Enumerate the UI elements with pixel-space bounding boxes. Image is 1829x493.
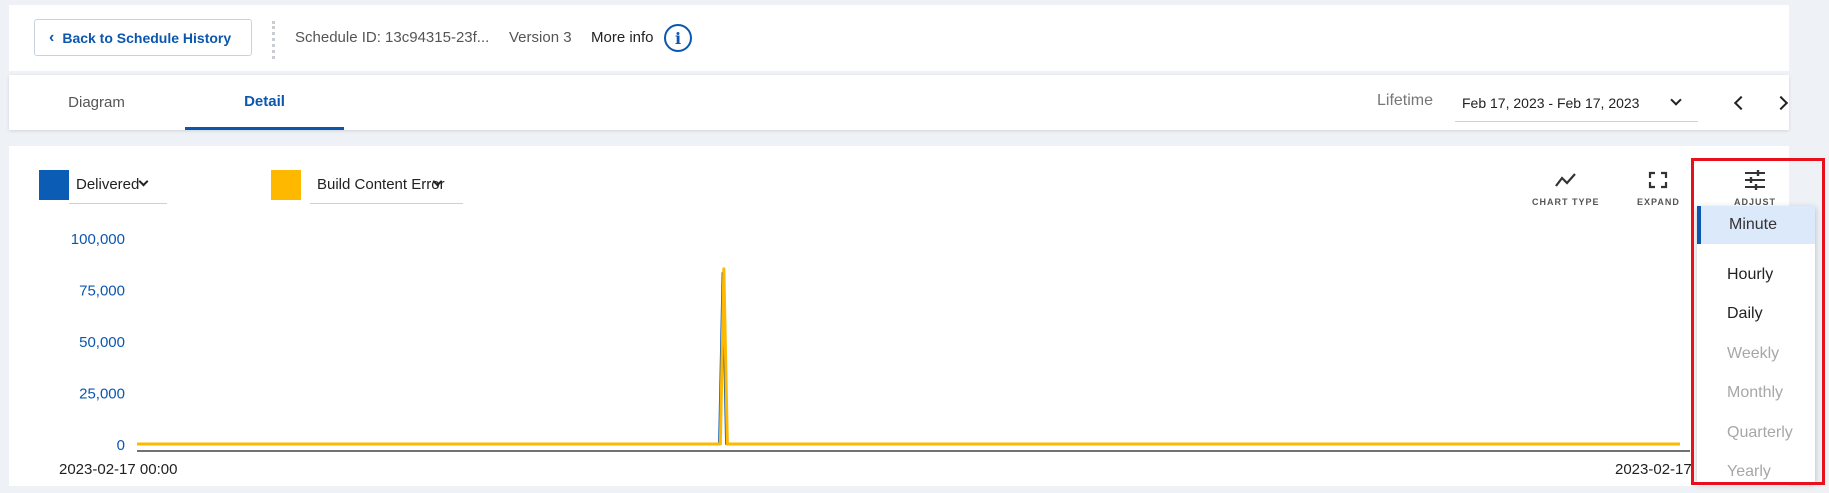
- series-line-build-content-error: [137, 267, 1680, 446]
- granularity-option-daily[interactable]: Daily: [1697, 295, 1815, 333]
- granularity-dropdown: Minute Hourly Daily Weekly Monthly Quarterly Y…: [1697, 206, 1815, 482]
- y-tick-label: 75,000: [79, 283, 125, 300]
- x-tick-label: 2023-02-17: [1615, 461, 1692, 478]
- series-line-delivered: [137, 271, 1680, 446]
- y-tick-label: 25,000: [79, 386, 125, 403]
- previous-range-button[interactable]: [1729, 93, 1749, 113]
- schedule-id: Schedule ID: 13c94315-23f...: [295, 29, 490, 46]
- granularity-option-hourly[interactable]: Hourly: [1697, 256, 1815, 294]
- chart-panel: Delivered Build Content Error CHART TYPE…: [9, 146, 1789, 486]
- date-range-select[interactable]: Feb 17, 2023 - Feb 17, 2023: [1455, 85, 1698, 122]
- info-icon[interactable]: i: [664, 24, 692, 52]
- y-tick-label: 0: [117, 437, 125, 454]
- version-label: Version 3: [509, 29, 572, 46]
- tab-diagram[interactable]: Diagram: [9, 75, 184, 130]
- chevron-left-icon: ‹: [49, 28, 55, 46]
- page-header: ‹ Back to Schedule History Schedule ID: …: [9, 5, 1789, 71]
- granularity-option-weekly: Weekly: [1727, 344, 1780, 362]
- granularity-option-yearly: Yearly: [1727, 463, 1771, 480]
- granularity-option-minute[interactable]: Minute: [1697, 206, 1815, 244]
- tab-detail[interactable]: Detail: [185, 75, 344, 130]
- divider: [272, 21, 275, 59]
- back-to-schedule-history-button[interactable]: ‹ Back to Schedule History: [34, 19, 252, 56]
- x-tick-label: 2023-02-17 00:00: [59, 461, 177, 478]
- tabs-bar: Diagram Detail Lifetime Feb 17, 2023 - F…: [9, 75, 1789, 130]
- next-range-button[interactable]: [1773, 93, 1793, 113]
- chart-canvas: 0 25,000 50,000 75,000 100,000 2023-02-17 00:…: [59, 231, 1692, 478]
- chevron-down-icon: [1670, 94, 1682, 106]
- y-tick-label: 100,000: [71, 231, 125, 248]
- lifetime-label: Lifetime: [1377, 92, 1434, 109]
- date-range-value: Feb 17, 2023 - Feb 17, 2023: [1462, 95, 1640, 111]
- granularity-option-quarterly: Quarterly: [1727, 423, 1793, 441]
- more-info-link[interactable]: More info: [591, 29, 654, 46]
- y-tick-label: 50,000: [79, 334, 125, 351]
- back-button-label: Back to Schedule History: [62, 29, 232, 46]
- granularity-option-monthly: Monthly: [1727, 384, 1784, 401]
